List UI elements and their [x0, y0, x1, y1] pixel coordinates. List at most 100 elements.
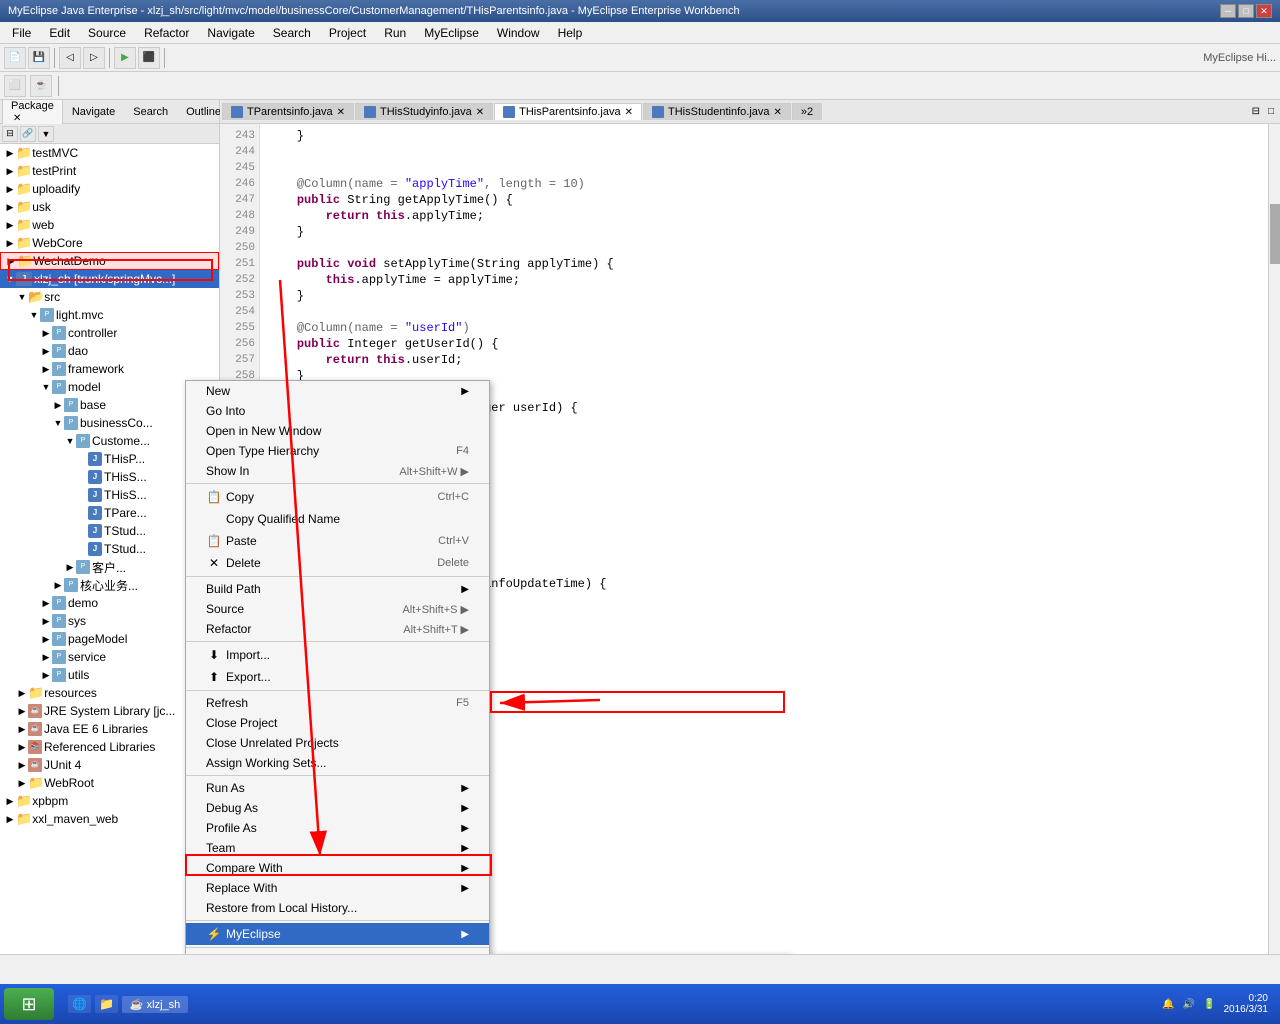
ctx-open-type-hierarchy[interactable]: Open Type Hierarchy F4	[186, 441, 489, 461]
tab-close-thisStudentinfo[interactable]: ✕	[774, 107, 782, 118]
menu-navigate[interactable]: Navigate	[199, 24, 262, 42]
taskbar-icon-1[interactable]: 🌐	[68, 995, 91, 1013]
menu-edit[interactable]: Edit	[41, 24, 78, 42]
ctx-assign-working-sets[interactable]: Assign Working Sets...	[186, 753, 489, 773]
tree-item-dao[interactable]: ▶ P dao	[0, 342, 219, 360]
code-line-251: public void setApplyTime(String applyTim…	[268, 256, 1260, 272]
tab-icon-thisParentsinfo	[503, 106, 515, 118]
close-button[interactable]: ✕	[1256, 4, 1272, 18]
menu-help[interactable]: Help	[550, 24, 591, 42]
perspective-btn[interactable]: ⬜	[4, 75, 26, 97]
code-line-249: }	[268, 224, 1260, 240]
tree-item-controller[interactable]: ▶ P controller	[0, 324, 219, 342]
tab-close-thisParentsinfo[interactable]: ✕	[625, 107, 633, 118]
menu-file[interactable]: File	[4, 24, 39, 42]
ctx-open-new-window[interactable]: Open in New Window	[186, 421, 489, 441]
tab-package[interactable]: Package ✕	[2, 100, 63, 126]
menu-run[interactable]: Run	[376, 24, 414, 42]
save-button[interactable]: 💾	[28, 47, 50, 69]
taskbar-icon-2[interactable]: 📁	[95, 995, 118, 1013]
tab-thisStudentinfo[interactable]: THisStudentinfo.java ✕	[643, 103, 791, 120]
ctx-delete[interactable]: ✕ Delete Delete	[186, 552, 489, 574]
menu-source[interactable]: Source	[80, 24, 134, 42]
maximize-button[interactable]: □	[1238, 4, 1254, 18]
tab-thisParentsinfo[interactable]: THisParentsinfo.java ✕	[494, 103, 642, 120]
tab-tparentsinfo[interactable]: TParentsinfo.java ✕	[222, 103, 354, 120]
pkg-icon-model: P	[52, 380, 66, 394]
ctx-show-in[interactable]: Show In Alt+Shift+W ▶	[186, 461, 489, 481]
ctx-new[interactable]: New ▶	[186, 381, 489, 401]
ctx-debug-as[interactable]: Debug As ▶	[186, 798, 489, 818]
ctx-restore-local[interactable]: Restore from Local History...	[186, 898, 489, 918]
java-perspective-btn[interactable]: ☕	[30, 75, 52, 97]
ctx-import[interactable]: ⬇ Import...	[186, 644, 489, 666]
ctx-export[interactable]: ⬆ Export...	[186, 666, 489, 688]
import-icon: ⬇	[206, 647, 222, 663]
ctx-myeclipse[interactable]: ⚡ MyEclipse ▶	[186, 923, 489, 945]
taskbar-active-app[interactable]: ☕ xlzj_sh	[122, 996, 188, 1013]
label-THisP: THisP...	[104, 452, 145, 466]
tab-package-close[interactable]: ✕	[13, 113, 21, 124]
code-line-248: return this.applyTime;	[268, 208, 1260, 224]
ctx-close-unrelated[interactable]: Close Unrelated Projects	[186, 733, 489, 753]
start-button[interactable]: ⊞	[4, 988, 54, 1020]
debug-button[interactable]: ⬛	[138, 47, 160, 69]
tab-overflow[interactable]: »2	[792, 103, 822, 120]
scrollbar-thumb[interactable]	[1270, 204, 1280, 264]
tab-thisStudyinfo[interactable]: THisStudyinfo.java ✕	[355, 103, 493, 120]
forward-button[interactable]: ▷	[83, 47, 105, 69]
tree-item-web[interactable]: ▶ 📁 web	[0, 216, 219, 234]
arrow-pageModel: ▶	[40, 634, 52, 645]
ctx-run-as[interactable]: Run As ▶	[186, 778, 489, 798]
minimize-button[interactable]: ─	[1220, 4, 1236, 18]
tree-item-lightmvc[interactable]: ▼ P light.mvc	[0, 306, 219, 324]
ctx-build-path[interactable]: Build Path ▶	[186, 579, 489, 599]
ctx-profile-as[interactable]: Profile As ▶	[186, 818, 489, 838]
back-button[interactable]: ◁	[59, 47, 81, 69]
ctx-refresh[interactable]: Refresh F5	[186, 693, 489, 713]
editor-scrollbar[interactable]	[1268, 124, 1280, 954]
ctx-copy-qualified[interactable]: Copy Qualified Name	[186, 508, 489, 530]
tree-item-usk[interactable]: ▶ 📁 usk	[0, 198, 219, 216]
ctx-source[interactable]: Source Alt+Shift+S ▶	[186, 599, 489, 619]
tab-close-thisStudyinfo[interactable]: ✕	[476, 107, 484, 118]
menu-myeclipse[interactable]: MyEclipse	[416, 24, 487, 42]
menu-project[interactable]: Project	[321, 24, 374, 42]
ctx-close-project[interactable]: Close Project	[186, 713, 489, 733]
ctx-properties[interactable]: Properties Alt+Enter	[186, 950, 489, 954]
ctx-assign-working-sets-label: Assign Working Sets...	[206, 756, 327, 770]
ctx-go-into[interactable]: Go Into	[186, 401, 489, 421]
tab-navigate[interactable]: Navigate	[63, 103, 124, 120]
ctx-team[interactable]: Team ▶	[186, 838, 489, 858]
run-button[interactable]: ▶	[114, 47, 136, 69]
tab-search[interactable]: Search	[124, 103, 177, 120]
tree-item-src[interactable]: ▼ 📂 src	[0, 288, 219, 306]
tree-item-testMVC[interactable]: ▶ 📁 testMVC	[0, 144, 219, 162]
new-button[interactable]: 📄	[4, 47, 26, 69]
folder-icon-usk: 📁	[16, 199, 32, 215]
tab-close-tparentsinfo[interactable]: ✕	[337, 107, 345, 118]
tree-item-WebCore[interactable]: ▶ 📁 WebCore	[0, 234, 219, 252]
toolbar-myeclipse-label: MyEclipse Hi...	[1203, 52, 1276, 64]
tree-item-framework[interactable]: ▶ P framework	[0, 360, 219, 378]
ctx-paste[interactable]: 📋 Paste Ctrl+V	[186, 530, 489, 552]
restore-editor-btn[interactable]: □	[1264, 106, 1278, 117]
clock: 0:20 2016/3/31	[1224, 993, 1269, 1015]
tree-item-WechatDemo[interactable]: ▶ 📁 WechatDemo	[0, 252, 219, 270]
maximize-editor-btn[interactable]: ⊟	[1248, 106, 1264, 117]
menu-window[interactable]: Window	[489, 24, 548, 42]
menu-search[interactable]: Search	[265, 24, 319, 42]
tree-item-testPrint[interactable]: ▶ 📁 testPrint	[0, 162, 219, 180]
ctx-copy[interactable]: 📋 Copy Ctrl+C	[186, 486, 489, 508]
arrow-refLibs: ▶	[16, 742, 28, 753]
ctx-compare-with[interactable]: Compare With ▶	[186, 858, 489, 878]
ctx-refactor[interactable]: Refactor Alt+Shift+T ▶	[186, 619, 489, 639]
tree-item-uploadify[interactable]: ▶ 📁 uploadify	[0, 180, 219, 198]
active-app-icon: ☕	[130, 999, 144, 1011]
collapse-all-btn[interactable]: ⊟	[2, 126, 18, 142]
menu-refactor[interactable]: Refactor	[136, 24, 197, 42]
view-menu-btn[interactable]: ▼	[38, 126, 54, 142]
link-editor-btn[interactable]: 🔗	[20, 126, 36, 142]
ctx-replace-with[interactable]: Replace With ▶	[186, 878, 489, 898]
tree-item-xlzj[interactable]: ▼ J xlzj_sh [trunk/springMvc...]	[0, 270, 219, 288]
